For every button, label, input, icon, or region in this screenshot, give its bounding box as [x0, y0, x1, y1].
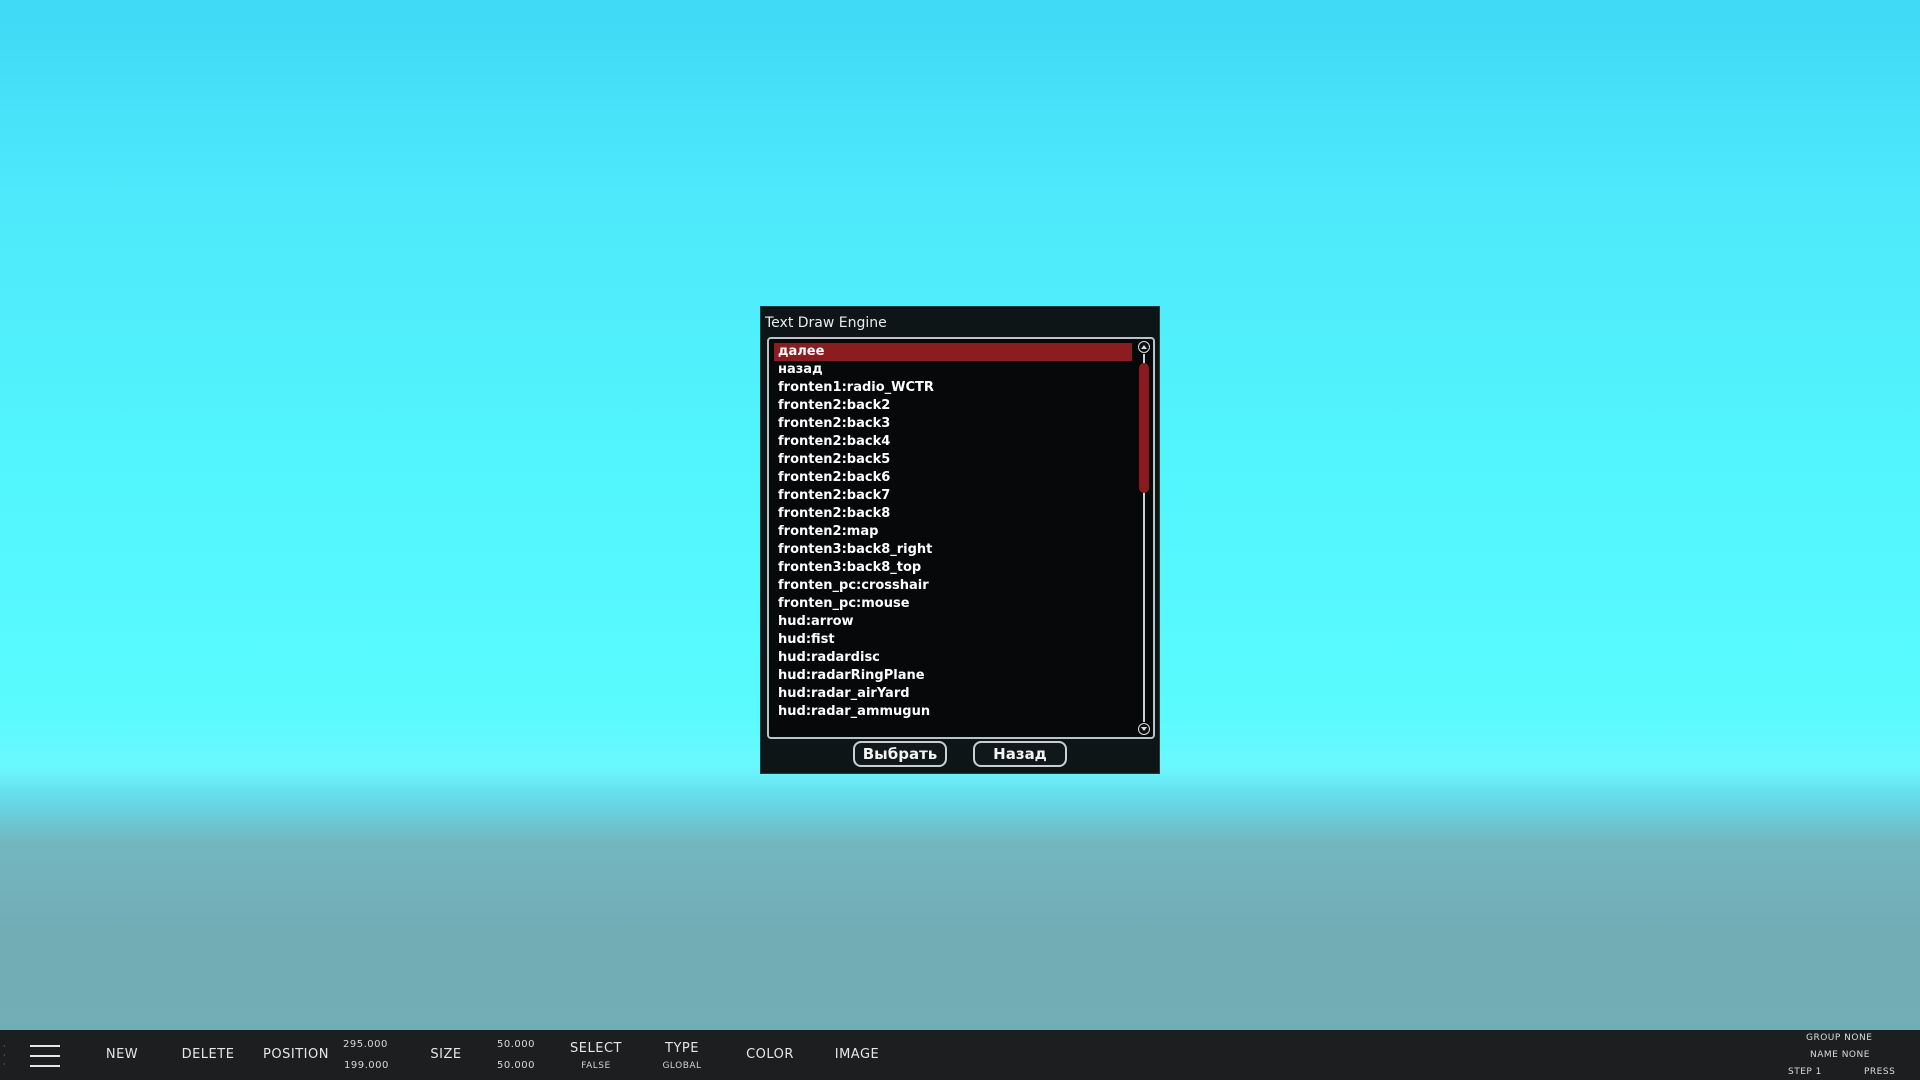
- list-item[interactable]: hud:radar_airYard: [774, 685, 1132, 703]
- back-button[interactable]: Назад: [973, 741, 1067, 767]
- bottom-toolbar: · · · NEW DELETE POSITION 295.000 199.000 …: [0, 1030, 1920, 1080]
- list-item[interactable]: fronten_pc:crosshair: [774, 577, 1132, 595]
- position-y-value: 199.000: [344, 1060, 389, 1071]
- position-x-value: 295.000: [343, 1039, 388, 1050]
- menu-icon[interactable]: [30, 1043, 60, 1069]
- type-value: GLOBAL: [662, 1061, 702, 1071]
- list-item[interactable]: fronten2:map: [774, 523, 1132, 541]
- position-button[interactable]: POSITION: [258, 1030, 334, 1080]
- size-y-value: 50.000: [497, 1060, 535, 1071]
- dialog-title: Text Draw Engine: [765, 315, 887, 331]
- list-scrollbar[interactable]: [1137, 341, 1151, 735]
- list-item[interactable]: hud:radar_ammugun: [774, 703, 1132, 721]
- scrollbar-thumb[interactable]: [1139, 363, 1149, 493]
- step-label[interactable]: STEP 1: [1788, 1067, 1822, 1077]
- list-item[interactable]: fronten3:back8_right: [774, 541, 1132, 559]
- list-item[interactable]: hud:arrow: [774, 613, 1132, 631]
- name-label: NAME NONE: [1810, 1050, 1870, 1060]
- type-label: TYPE: [665, 1041, 699, 1056]
- list-item-selected[interactable]: далее: [774, 343, 1132, 361]
- size-button[interactable]: SIZE: [424, 1030, 468, 1080]
- select-label: SELECT: [570, 1041, 622, 1056]
- list-item[interactable]: fronten1:radio_WCTR: [774, 379, 1132, 397]
- scroll-up-arrow-icon[interactable]: [1138, 341, 1150, 353]
- list-item[interactable]: hud:radarRingPlane: [774, 667, 1132, 685]
- list-item[interactable]: fronten2:back7: [774, 487, 1132, 505]
- list-item[interactable]: fronten2:back6: [774, 469, 1132, 487]
- texture-list[interactable]: далее назад fronten1:radio_WCTR fronten2…: [774, 343, 1132, 733]
- text-draw-dialog: Text Draw Engine далее назад fronten1:ra…: [760, 306, 1160, 774]
- list-item[interactable]: fronten2:back3: [774, 415, 1132, 433]
- toolbar-grip-icon: · · ·: [3, 1042, 6, 1069]
- list-item[interactable]: hud:fist: [774, 631, 1132, 649]
- select-toggle[interactable]: SELECT FALSE: [562, 1030, 630, 1080]
- texture-list-frame: далее назад fronten1:radio_WCTR fronten2…: [767, 337, 1155, 739]
- list-item[interactable]: fronten_pc:mouse: [774, 595, 1132, 613]
- new-button[interactable]: NEW: [96, 1030, 148, 1080]
- group-label: GROUP NONE: [1806, 1033, 1873, 1043]
- list-item[interactable]: fronten2:back5: [774, 451, 1132, 469]
- type-toggle[interactable]: TYPE GLOBAL: [652, 1030, 712, 1080]
- delete-button[interactable]: DELETE: [176, 1030, 240, 1080]
- list-item[interactable]: fronten2:back8: [774, 505, 1132, 523]
- select-value: FALSE: [581, 1061, 611, 1071]
- list-item[interactable]: fronten2:back2: [774, 397, 1132, 415]
- list-item[interactable]: hud:radardisc: [774, 649, 1132, 667]
- list-item[interactable]: назад: [774, 361, 1132, 379]
- list-item[interactable]: fronten2:back4: [774, 433, 1132, 451]
- press-label[interactable]: PRESS: [1864, 1067, 1895, 1077]
- scroll-down-arrow-icon[interactable]: [1138, 723, 1150, 735]
- select-button[interactable]: Выбрать: [853, 741, 947, 767]
- size-x-value: 50.000: [497, 1039, 535, 1050]
- image-button[interactable]: IMAGE: [830, 1030, 884, 1080]
- list-item[interactable]: fronten3:back8_top: [774, 559, 1132, 577]
- color-button[interactable]: COLOR: [740, 1030, 800, 1080]
